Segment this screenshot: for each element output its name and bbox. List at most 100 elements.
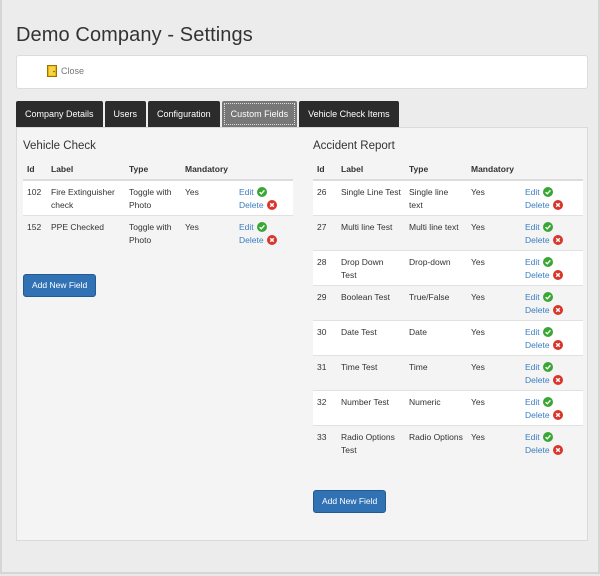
check-circle-icon[interactable] bbox=[542, 222, 553, 233]
check-circle-icon[interactable] bbox=[542, 292, 553, 303]
field-type: Numeric bbox=[405, 390, 467, 426]
tab-vehicle-check-items[interactable]: Vehicle Check Items bbox=[299, 101, 399, 127]
edit-link[interactable]: Edit bbox=[525, 186, 540, 199]
tab-configuration[interactable]: Configuration bbox=[148, 101, 220, 127]
x-circle-icon[interactable] bbox=[552, 374, 563, 385]
delete-link[interactable]: Delete bbox=[525, 409, 550, 422]
col-header-actions bbox=[521, 159, 583, 181]
field-label: Boolean Test bbox=[337, 285, 405, 321]
field-actions: Edit Delete bbox=[521, 320, 583, 356]
edit-link[interactable]: Edit bbox=[525, 291, 540, 304]
settings-window: Demo Company - Settings Close Company De… bbox=[0, 0, 600, 574]
check-circle-icon[interactable] bbox=[542, 257, 553, 268]
field-label: Number Test bbox=[337, 390, 405, 426]
field-label: Single Line Test bbox=[337, 179, 405, 216]
check-circle-icon[interactable] bbox=[542, 397, 553, 408]
x-circle-icon[interactable] bbox=[266, 234, 277, 245]
delete-link[interactable]: Delete bbox=[525, 199, 550, 212]
check-circle-icon[interactable] bbox=[256, 222, 267, 233]
x-circle-icon[interactable] bbox=[552, 269, 563, 280]
field-mandatory: Yes bbox=[467, 425, 521, 460]
vehicle-check-add-field-button[interactable]: Add New Field bbox=[23, 274, 97, 297]
x-circle-icon[interactable] bbox=[552, 444, 563, 455]
check-circle-icon[interactable] bbox=[542, 432, 553, 443]
field-label: PPE Checked bbox=[47, 215, 125, 250]
col-header-id: Id bbox=[23, 159, 47, 181]
delete-link[interactable]: Delete bbox=[525, 444, 550, 457]
field-label: Time Test bbox=[337, 355, 405, 391]
edit-link[interactable]: Edit bbox=[525, 326, 540, 339]
field-label: Multi line Test bbox=[337, 215, 405, 251]
edit-link[interactable]: Edit bbox=[525, 396, 540, 409]
delete-link[interactable]: Delete bbox=[525, 234, 550, 247]
tab-company-details[interactable]: Company Details bbox=[16, 101, 103, 127]
vehicle-check-title: Vehicle Check bbox=[23, 140, 96, 152]
tab-users[interactable]: Users bbox=[104, 101, 147, 127]
field-actions: Edit Delete bbox=[521, 355, 583, 391]
delete-link[interactable]: Delete bbox=[239, 199, 264, 212]
x-circle-icon[interactable] bbox=[266, 199, 277, 210]
field-mandatory: Yes bbox=[467, 390, 521, 426]
close-button[interactable]: Close bbox=[47, 65, 84, 77]
settings-tabs: Company Details Users Configuration Cust… bbox=[16, 101, 401, 127]
table-header-row: Id Label Type Mandatory bbox=[23, 159, 293, 181]
field-label: Drop Down Test bbox=[337, 250, 405, 286]
field-type: Date bbox=[405, 320, 467, 356]
field-mandatory: Yes bbox=[181, 215, 235, 250]
col-header-label: Label bbox=[47, 159, 125, 181]
field-mandatory: Yes bbox=[467, 250, 521, 286]
x-circle-icon[interactable] bbox=[552, 339, 563, 350]
delete-link[interactable]: Delete bbox=[525, 304, 550, 317]
edit-link[interactable]: Edit bbox=[239, 186, 254, 199]
field-actions: Edit Delete bbox=[521, 179, 583, 216]
table-row: 32 Number Test Numeric Yes Edit Delete bbox=[313, 390, 583, 426]
table-header-row: Id Label Type Mandatory bbox=[313, 159, 583, 181]
col-header-actions bbox=[235, 159, 293, 181]
check-circle-icon[interactable] bbox=[542, 327, 553, 338]
field-label: Date Test bbox=[337, 320, 405, 356]
field-label: Fire Extinguisher check bbox=[47, 179, 125, 216]
x-circle-icon[interactable] bbox=[552, 234, 563, 245]
check-circle-icon[interactable] bbox=[542, 362, 553, 373]
edit-link[interactable]: Edit bbox=[525, 431, 540, 444]
x-circle-icon[interactable] bbox=[552, 304, 563, 315]
col-header-mandatory: Mandatory bbox=[181, 159, 235, 181]
delete-link[interactable]: Delete bbox=[525, 374, 550, 387]
table-row: 30 Date Test Date Yes Edit Delete bbox=[313, 320, 583, 356]
edit-link[interactable]: Edit bbox=[239, 221, 254, 234]
delete-link[interactable]: Delete bbox=[525, 269, 550, 282]
edit-link[interactable]: Edit bbox=[525, 221, 540, 234]
field-actions: Edit Delete bbox=[235, 215, 293, 250]
field-id: 31 bbox=[313, 355, 337, 391]
accident-report-add-field-button[interactable]: Add New Field bbox=[313, 490, 387, 513]
field-id: 28 bbox=[313, 250, 337, 286]
x-circle-icon[interactable] bbox=[552, 409, 563, 420]
accident-report-title: Accident Report bbox=[313, 140, 395, 152]
field-mandatory: Yes bbox=[467, 320, 521, 356]
field-type: Drop-down bbox=[405, 250, 467, 286]
edit-link[interactable]: Edit bbox=[525, 361, 540, 374]
field-id: 29 bbox=[313, 285, 337, 321]
col-header-type: Type bbox=[405, 159, 467, 181]
table-row: 28 Drop Down Test Drop-down Yes Edit Delete bbox=[313, 250, 583, 286]
field-actions: Edit Delete bbox=[235, 179, 293, 216]
field-mandatory: Yes bbox=[467, 285, 521, 321]
field-type: Time bbox=[405, 355, 467, 391]
delete-link[interactable]: Delete bbox=[525, 339, 550, 352]
x-circle-icon[interactable] bbox=[552, 199, 563, 210]
field-type: Single line text bbox=[405, 179, 467, 216]
field-id: 152 bbox=[23, 215, 47, 250]
col-header-mandatory: Mandatory bbox=[467, 159, 521, 181]
table-row: 29 Boolean Test True/False Yes Edit Delete bbox=[313, 285, 583, 321]
field-id: 26 bbox=[313, 179, 337, 216]
field-actions: Edit Delete bbox=[521, 285, 583, 321]
edit-link[interactable]: Edit bbox=[525, 256, 540, 269]
field-label: Radio Options Test bbox=[337, 425, 405, 460]
accident-report-table: Id Label Type Mandatory 26 Single Line Te… bbox=[313, 159, 583, 460]
field-mandatory: Yes bbox=[467, 355, 521, 391]
delete-link[interactable]: Delete bbox=[239, 234, 264, 247]
tab-custom-fields[interactable]: Custom Fields bbox=[221, 101, 298, 127]
check-circle-icon[interactable] bbox=[542, 187, 553, 198]
check-circle-icon[interactable] bbox=[256, 187, 267, 198]
door-icon bbox=[47, 65, 57, 77]
